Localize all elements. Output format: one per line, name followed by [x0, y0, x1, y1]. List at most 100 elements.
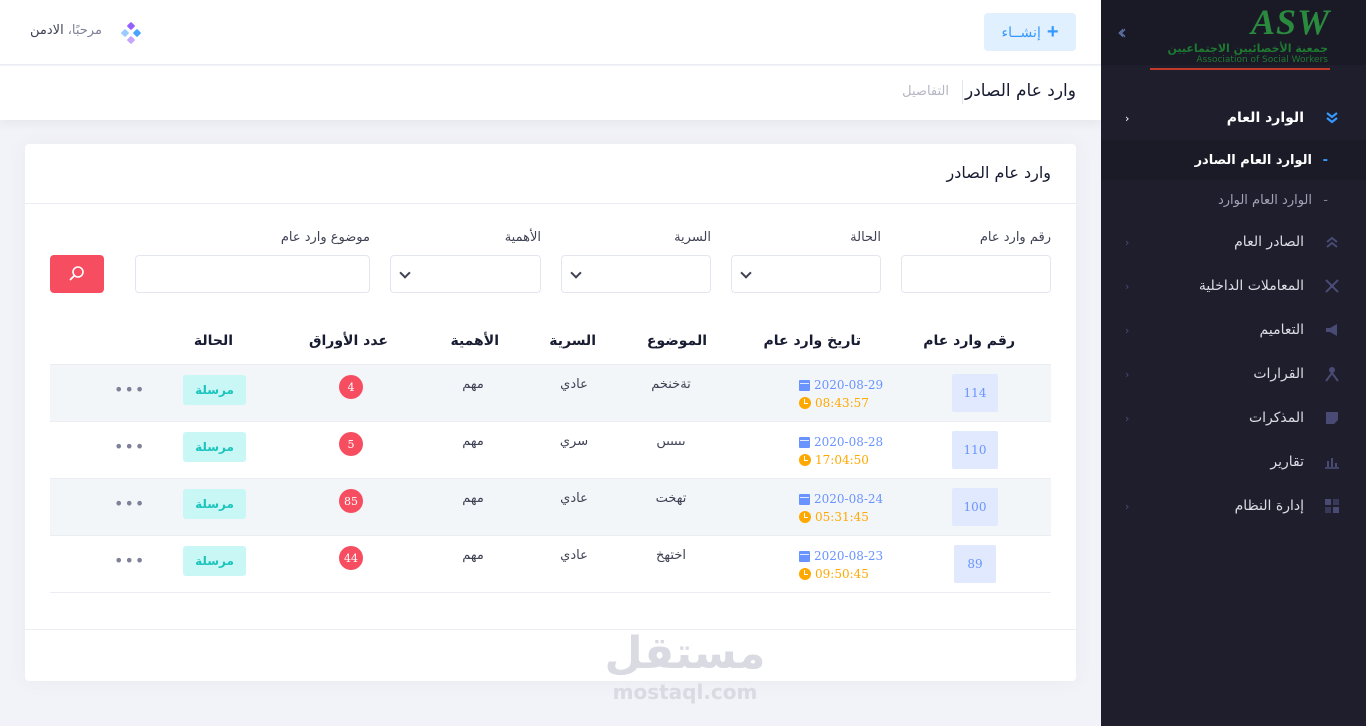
row-secrecy: عادي — [560, 491, 588, 506]
table-row[interactable]: 100 2020-08-24 05:31:45 تهخت عادي مهم 85… — [50, 479, 1051, 536]
sidebar-item-circulars[interactable]: التعاميم ‹ — [1101, 308, 1366, 352]
more-actions-icon[interactable]: ••• — [114, 553, 145, 569]
filter-number-input[interactable] — [901, 255, 1051, 293]
sidebar-menu: الوارد العام ‹ - الوارد العام الصادر - ا… — [1101, 96, 1366, 528]
sticky-note-icon — [1322, 408, 1342, 428]
status-badge: مرسلة — [183, 546, 246, 576]
row-pages-badge: 4 — [339, 375, 363, 399]
search-button[interactable] — [50, 255, 104, 293]
row-pages-badge: 85 — [339, 489, 363, 513]
row-date: 2020-08-23 — [814, 549, 884, 563]
plus-icon: + — [1046, 20, 1059, 43]
user-menu-icon[interactable] — [120, 22, 142, 44]
status-badge: مرسلة — [183, 375, 246, 405]
chevron-left-icon: ‹ — [1125, 323, 1130, 337]
sidebar-toggle-icon[interactable]: ›› — [1117, 20, 1127, 44]
row-datetime: 2020-08-23 09:50:45 — [799, 547, 889, 583]
subheader: وارد عام الصادر التفاصيل — [0, 66, 1101, 120]
row-importance: مهم — [462, 491, 484, 506]
filter-status-select[interactable] — [731, 255, 881, 293]
status-badge: مرسلة — [183, 489, 246, 519]
filter-subject: موضوع وارد عام — [135, 230, 370, 293]
row-number[interactable]: 89 — [954, 545, 996, 583]
row-number[interactable]: 110 — [952, 431, 998, 469]
sidebar-item-memos[interactable]: المذكرات ‹ — [1101, 396, 1366, 440]
row-time: 17:04:50 — [815, 453, 869, 467]
sidebar-item-label: التعاميم — [1259, 322, 1304, 338]
row-subject: تةخنخم — [651, 377, 691, 392]
column-header-pages[interactable]: عدد الأوراق — [309, 333, 388, 349]
bullet-dash-icon: - — [1322, 152, 1328, 168]
sidebar-item-decisions[interactable]: القرارات ‹ — [1101, 352, 1366, 396]
table-row[interactable]: 89 2020-08-23 09:50:45 اختهخ عادي مهم 44… — [50, 536, 1051, 593]
logo-english-text: Association of Social Workers — [1196, 55, 1328, 65]
filter-status: الحالة — [731, 230, 881, 293]
table-row[interactable]: 110 2020-08-28 17:04:50 ںںںںںں سري مهم 5… — [50, 422, 1051, 479]
clock-icon — [799, 511, 811, 523]
row-secrecy: عادي — [560, 377, 588, 392]
watermark-arabic: مستقل — [604, 628, 766, 679]
row-time: 08:43:57 — [815, 396, 869, 410]
sidebar-subitem-label: الوارد العام الصادر — [1194, 152, 1312, 168]
breadcrumb[interactable]: التفاصيل — [902, 84, 949, 99]
column-header-secrecy[interactable]: السرية — [549, 333, 596, 349]
sidebar: ›› ASW جمعية الأخصائيين الاجتماعيين Asso… — [1101, 0, 1366, 726]
calendar-icon — [799, 379, 810, 391]
more-actions-icon[interactable]: ••• — [114, 496, 145, 512]
row-datetime: 2020-08-29 08:43:57 — [799, 376, 889, 412]
calendar-icon — [799, 436, 810, 448]
more-actions-icon[interactable]: ••• — [114, 382, 145, 398]
main-card: وارد عام الصادر رقم وارد عام الحالة السر… — [25, 144, 1076, 681]
user-greeting[interactable]: مرحبًا، الادمن — [30, 23, 102, 38]
create-button[interactable]: + إنشــاء — [984, 13, 1076, 51]
layout-icon — [1322, 496, 1342, 516]
angle-double-up-icon — [1322, 232, 1342, 252]
sidebar-item-general-incoming[interactable]: الوارد العام ‹ — [1101, 96, 1366, 140]
sidebar-item-system-admin[interactable]: إدارة النظام ‹ — [1101, 484, 1366, 528]
sidebar-item-label: المذكرات — [1248, 410, 1304, 426]
data-table: رقم وارد عام تاريخ وارد عام الموضوع السر… — [50, 320, 1051, 593]
sidebar-item-general-outgoing[interactable]: الصادر العام ‹ — [1101, 220, 1366, 264]
sidebar-item-reports[interactable]: تقارير — [1101, 440, 1366, 484]
filter-secrecy-select[interactable] — [561, 255, 711, 293]
filter-number-label: رقم وارد عام — [979, 230, 1051, 245]
sidebar-item-internal-transactions[interactable]: المعاملات الداخلية ‹ — [1101, 264, 1366, 308]
table-row[interactable]: 114 2020-08-29 08:43:57 تةخنخم عادي مهم … — [50, 365, 1051, 422]
row-number[interactable]: 114 — [952, 374, 998, 412]
row-number[interactable]: 100 — [952, 488, 998, 526]
filter-importance-select[interactable] — [390, 255, 541, 293]
more-actions-icon[interactable]: ••• — [114, 439, 145, 455]
filter-importance: الأهمية — [390, 230, 541, 293]
row-pages-badge: 44 — [339, 546, 363, 570]
watermark: مستقل mostaql.com — [600, 628, 770, 712]
sidebar-subitem-incoming-outgoing[interactable]: - الوارد العام الصادر — [1101, 140, 1366, 180]
column-header-subject[interactable]: الموضوع — [647, 333, 707, 349]
filter-status-label: الحالة — [850, 230, 881, 245]
row-datetime: 2020-08-24 05:31:45 — [799, 490, 889, 526]
filter-secrecy-label: السرية — [674, 230, 711, 245]
card-footer — [25, 629, 1076, 681]
filter-subject-input[interactable] — [135, 255, 370, 293]
sidebar-item-label: الصادر العام — [1234, 234, 1304, 250]
filter-importance-label: الأهمية — [504, 230, 541, 245]
search-icon — [69, 266, 84, 281]
calendar-icon — [799, 550, 810, 562]
column-header-date[interactable]: تاريخ وارد عام — [764, 333, 862, 349]
create-button-label: إنشــاء — [1001, 23, 1041, 40]
sidebar-subitem-incoming-incoming[interactable]: - الوارد العام الوارد — [1101, 180, 1366, 220]
column-header-status[interactable]: الحالة — [194, 333, 233, 349]
logo[interactable]: ASW جمعية الأخصائيين الاجتماعيين Associa… — [1144, 4, 1330, 72]
subheader-separator — [962, 80, 963, 104]
column-header-number[interactable]: رقم وارد عام — [923, 333, 1015, 349]
filter-form: رقم وارد عام الحالة السرية الأهمية موضوع… — [50, 230, 1051, 300]
card-title: وارد عام الصادر — [946, 163, 1051, 182]
clock-icon — [799, 454, 811, 466]
column-header-importance[interactable]: الأهمية — [450, 333, 499, 349]
username: الادمن — [30, 23, 64, 38]
logo-mark: ASW — [1250, 2, 1330, 42]
arrows-icon — [1322, 276, 1342, 296]
clock-icon — [799, 568, 811, 580]
row-subject: اختهخ — [656, 548, 686, 563]
row-datetime: 2020-08-28 17:04:50 — [799, 433, 889, 469]
user-tie-icon — [1322, 364, 1342, 384]
